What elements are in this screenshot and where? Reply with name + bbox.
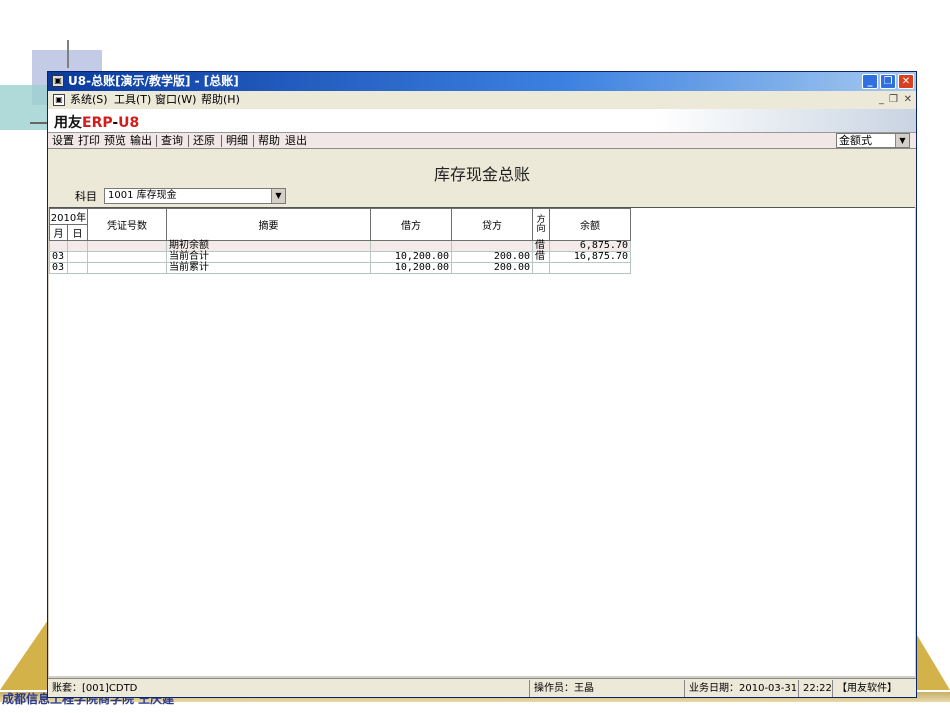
direction-header: 方向 bbox=[532, 208, 550, 241]
month-header: 月 bbox=[49, 224, 68, 241]
decorative-triangle bbox=[914, 630, 950, 690]
title-bar[interactable]: ▣ U8-总账[演示/教学版] - [总账] _ ❐ ✕ bbox=[48, 72, 916, 91]
table-row[interactable]: 期初余额 借 6,875.70 bbox=[49, 240, 631, 252]
day-header: 日 bbox=[67, 224, 88, 241]
minimize-button[interactable]: _ bbox=[862, 74, 878, 89]
app-window: ▣ U8-总账[演示/教学版] - [总账] _ ❐ ✕ ▣ 系统(S) 工具(… bbox=[47, 71, 917, 698]
cell-debit: 10,200.00 bbox=[370, 251, 452, 263]
cell-day bbox=[67, 240, 88, 252]
chevron-down-icon[interactable]: ▼ bbox=[271, 189, 285, 203]
cell-voucher bbox=[87, 251, 167, 263]
menu-bar: ▣ 系统(S) 工具(T) 窗口(W) 帮助(H) _ ❐ ✕ bbox=[48, 91, 916, 109]
credit-header: 贷方 bbox=[451, 208, 533, 241]
cell-summary: 期初余额 bbox=[166, 240, 371, 252]
ledger-table: 2010年 凭证号数 摘要 借方 贷方 方向 余额 月 日 期初余额 借 6,8… bbox=[49, 208, 631, 274]
cell-summary: 当前累计 bbox=[166, 262, 371, 274]
status-bar: 账套：[001]CDTD 操作员：王晶 业务日期：2010-03-31 22:2… bbox=[48, 678, 916, 697]
format-select-value: 金额式 bbox=[839, 134, 872, 147]
tool-export[interactable]: 输出 bbox=[130, 133, 152, 149]
cell-voucher bbox=[87, 240, 167, 252]
cell-direction: 借 bbox=[532, 251, 550, 263]
format-select[interactable]: 金额式 ▼ bbox=[836, 133, 910, 148]
tool-help[interactable]: 帮助 bbox=[258, 133, 280, 149]
cell-month: 03 bbox=[49, 251, 68, 263]
status-time: 22:22 bbox=[798, 680, 832, 697]
cell-balance: 6,875.70 bbox=[549, 240, 631, 252]
ledger-grid: 2010年 凭证号数 摘要 借方 贷方 方向 余额 月 日 期初余额 借 6,8… bbox=[49, 207, 915, 676]
cell-debit: 10,200.00 bbox=[370, 262, 452, 274]
toolbar: 设置 打印 预览 输出 查询 还原 明细 帮助 退出 金额式 ▼ bbox=[48, 133, 916, 149]
child-minimize-button[interactable]: _ bbox=[879, 91, 884, 109]
cell-debit bbox=[370, 240, 452, 252]
app-icon: ▣ bbox=[52, 75, 64, 87]
tool-preview[interactable]: 预览 bbox=[104, 133, 126, 149]
tool-print[interactable]: 打印 bbox=[78, 133, 100, 149]
menu-tools[interactable]: 工具(T) bbox=[114, 91, 151, 109]
chevron-down-icon[interactable]: ▼ bbox=[895, 134, 909, 147]
child-close-button[interactable]: ✕ bbox=[904, 91, 912, 109]
cell-summary: 当前合计 bbox=[166, 251, 371, 263]
table-row[interactable]: 03 当前累计 10,200.00 200.00 bbox=[49, 262, 631, 274]
cell-direction: 借 bbox=[532, 240, 550, 252]
menu-help[interactable]: 帮助(H) bbox=[201, 91, 240, 109]
cell-month: 03 bbox=[49, 262, 68, 274]
cell-credit bbox=[451, 240, 533, 252]
report-title: 库存现金总账 bbox=[433, 165, 530, 184]
window-title: U8-总账[演示/教学版] - [总账] bbox=[68, 74, 239, 88]
tool-query[interactable]: 查询 bbox=[161, 133, 183, 149]
toolbar-divider bbox=[253, 135, 254, 147]
toolbar-divider bbox=[188, 135, 189, 147]
cell-voucher bbox=[87, 262, 167, 274]
status-account: 账套：[001]CDTD bbox=[52, 683, 138, 694]
menu-window[interactable]: 窗口(W) bbox=[155, 91, 196, 109]
status-company: 【用友软件】 bbox=[832, 680, 897, 697]
document-icon[interactable]: ▣ bbox=[53, 94, 65, 106]
maximize-button[interactable]: ❐ bbox=[880, 74, 896, 89]
summary-header: 摘要 bbox=[166, 208, 371, 241]
cell-balance: 16,875.70 bbox=[549, 251, 631, 263]
child-restore-button[interactable]: ❐ bbox=[889, 91, 898, 109]
brand-logo: 用友ERP-U8 bbox=[54, 115, 140, 131]
subject-select-value: 1001 库存现金 bbox=[108, 190, 177, 201]
cell-credit: 200.00 bbox=[451, 262, 533, 274]
voucher-header: 凭证号数 bbox=[87, 208, 167, 241]
subject-label: 科目 bbox=[75, 190, 97, 203]
close-button[interactable]: ✕ bbox=[898, 74, 914, 89]
tool-settings[interactable]: 设置 bbox=[52, 133, 74, 149]
decorative-triangle bbox=[0, 620, 48, 690]
cell-day bbox=[67, 262, 88, 274]
status-business-date: 业务日期：2010-03-31 bbox=[684, 680, 797, 697]
tool-restore[interactable]: 还原 bbox=[193, 133, 215, 149]
year-header: 2010年 bbox=[49, 208, 88, 225]
toolbar-divider bbox=[221, 135, 222, 147]
cell-month bbox=[49, 240, 68, 252]
status-operator: 操作员：王晶 bbox=[529, 680, 594, 697]
cell-day bbox=[67, 251, 88, 263]
decorative-line bbox=[67, 40, 69, 68]
toolbar-divider bbox=[156, 135, 157, 147]
subject-select[interactable]: 1001 库存现金 ▼ bbox=[104, 188, 286, 204]
cell-credit: 200.00 bbox=[451, 251, 533, 263]
tool-exit[interactable]: 退出 bbox=[285, 133, 307, 149]
brand-bar: 用友ERP-U8 bbox=[48, 109, 916, 133]
menu-system[interactable]: 系统(S) bbox=[70, 91, 108, 109]
table-row[interactable]: 03 当前合计 10,200.00 200.00 借 16,875.70 bbox=[49, 251, 631, 263]
debit-header: 借方 bbox=[370, 208, 452, 241]
cell-direction bbox=[532, 262, 550, 274]
tool-detail[interactable]: 明细 bbox=[226, 133, 248, 149]
report-header: 库存现金总账 科目 1001 库存现金 ▼ bbox=[48, 149, 916, 207]
balance-header: 余额 bbox=[549, 208, 631, 241]
cell-balance bbox=[549, 262, 631, 274]
